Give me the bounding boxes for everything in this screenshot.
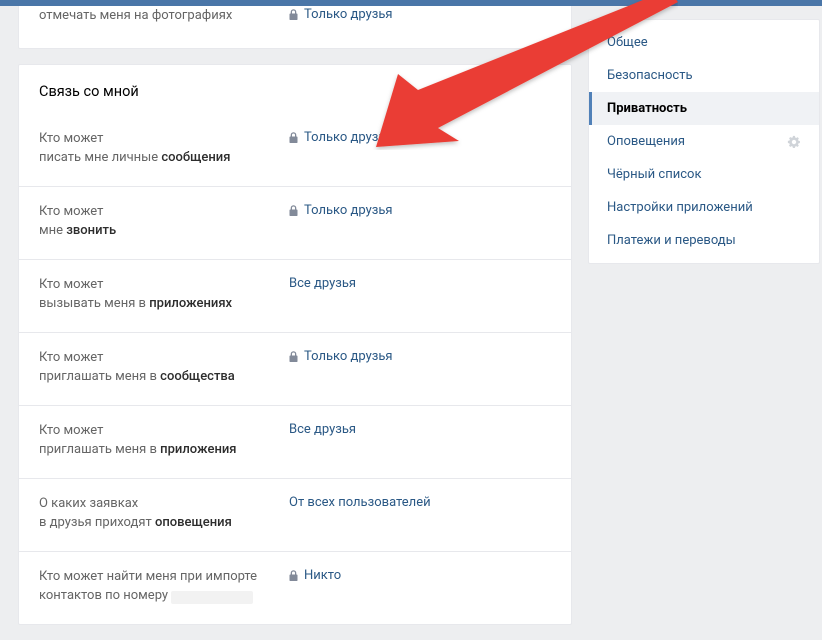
nav-item-label: Общее bbox=[607, 35, 648, 50]
settings-panel-contact: Связь со мной Кто можетписать мне личные… bbox=[18, 64, 572, 625]
setting-value[interactable]: Только друзья bbox=[304, 349, 393, 364]
nav-item-label: Настройки приложений bbox=[607, 200, 753, 215]
lock-icon bbox=[289, 570, 298, 581]
setting-value[interactable]: Только друзья bbox=[304, 203, 393, 218]
setting-label: Кто можетмне звонить bbox=[39, 202, 289, 241]
setting-label-line2: в друзья приходят оповещения bbox=[39, 513, 289, 533]
setting-label-line1: О каких заявках bbox=[39, 494, 289, 514]
setting-label-line1: Кто может найти меня при импорте bbox=[39, 567, 289, 587]
setting-value-cell: Все друзья bbox=[289, 421, 551, 460]
nav-item-label: Безопасность bbox=[607, 68, 693, 83]
setting-value[interactable]: Все друзья bbox=[289, 422, 356, 437]
nav-item-label: Приватность bbox=[607, 101, 687, 116]
redacted-number bbox=[171, 591, 253, 604]
setting-label-line2: мне звонить bbox=[39, 221, 289, 241]
setting-label-line1: Кто может bbox=[39, 348, 289, 368]
lock-icon bbox=[289, 351, 298, 362]
setting-label-line2: контактов по номеру bbox=[39, 586, 289, 606]
setting-value[interactable]: Только друзья bbox=[304, 7, 393, 22]
settings-sidebar-column: Общее Безопасность Приватность Оповещения Чё… bbox=[588, 6, 820, 640]
setting-label-line1: Кто может bbox=[39, 275, 289, 295]
nav-item-label: Оповещения bbox=[607, 134, 685, 149]
setting-value[interactable]: Только друзья bbox=[304, 130, 393, 145]
lock-icon bbox=[289, 132, 298, 143]
setting-value-cell: Никто bbox=[289, 567, 551, 606]
setting-value-cell: Только друзья bbox=[289, 348, 551, 387]
setting-label-line1: Кто может bbox=[39, 202, 289, 222]
setting-value-cell: Все друзья bbox=[289, 275, 551, 314]
section-title: Связь со мной bbox=[19, 65, 571, 114]
setting-label-line2: вызывать меня в приложениях bbox=[39, 294, 289, 314]
setting-label-line1: Кто может bbox=[39, 129, 289, 149]
nav-item-оповещения[interactable]: Оповещения bbox=[589, 125, 819, 158]
setting-value[interactable]: Никто bbox=[304, 568, 341, 583]
setting-row: Кто может найти меня при импортеконтакто… bbox=[19, 551, 571, 624]
setting-value-cell: Только друзья bbox=[289, 202, 551, 241]
setting-value-cell: Только друзья bbox=[289, 6, 551, 26]
nav-item-настройки-приложений[interactable]: Настройки приложений bbox=[589, 191, 819, 224]
setting-row: Кто можетвызывать меня в приложенияхВсе … bbox=[19, 259, 571, 332]
nav-item-приватность[interactable]: Приватность bbox=[589, 92, 819, 125]
setting-row: Кто можетприглашать меня в приложенияВсе… bbox=[19, 405, 571, 478]
setting-label-line2: приглашать меня в сообщества bbox=[39, 367, 289, 387]
nav-item-платежи-и-переводы[interactable]: Платежи и переводы bbox=[589, 224, 819, 257]
nav-item-label: Платежи и переводы bbox=[607, 233, 736, 248]
setting-label: Кто можетприглашать меня в сообщества bbox=[39, 348, 289, 387]
nav-item-общее[interactable]: Общее bbox=[589, 26, 819, 59]
setting-label: Кто может найти меня при импортеконтакто… bbox=[39, 567, 289, 606]
setting-label: отмечать меня на фотографиях bbox=[39, 6, 289, 26]
setting-label: Кто можетприглашать меня в приложения bbox=[39, 421, 289, 460]
nav-item-label: Чёрный список bbox=[607, 167, 701, 182]
setting-label-line2: писать мне личные сообщения bbox=[39, 148, 289, 168]
nav-item-чёрный-список[interactable]: Чёрный список bbox=[589, 158, 819, 191]
settings-nav: Общее Безопасность Приватность Оповещения Чё… bbox=[588, 19, 820, 264]
setting-label-line1: Кто может bbox=[39, 421, 289, 441]
setting-label-line2: отмечать меня на фотографиях bbox=[39, 8, 232, 23]
setting-row: отмечать меня на фотографиях Только друз… bbox=[19, 6, 571, 38]
setting-label: Кто можетвызывать меня в приложениях bbox=[39, 275, 289, 314]
setting-label-line2: приглашать меня в приложения bbox=[39, 440, 289, 460]
setting-label: О каких заявкахв друзья приходят оповеще… bbox=[39, 494, 289, 533]
setting-row: Кто можетприглашать меня в сообщества Тол… bbox=[19, 332, 571, 405]
setting-value-cell: Только друзья bbox=[289, 129, 551, 168]
setting-value-cell: От всех пользователей bbox=[289, 494, 551, 533]
setting-label: Кто можетписать мне личные сообщения bbox=[39, 129, 289, 168]
setting-value[interactable]: От всех пользователей bbox=[289, 495, 431, 510]
nav-item-безопасность[interactable]: Безопасность bbox=[589, 59, 819, 92]
lock-icon bbox=[289, 9, 298, 20]
setting-value[interactable]: Все друзья bbox=[289, 276, 356, 291]
setting-row: Кто можетмне звонить Только друзья bbox=[19, 186, 571, 259]
lock-icon bbox=[289, 205, 298, 216]
setting-row: Кто можетписать мне личные сообщения Толь… bbox=[19, 114, 571, 186]
settings-main-column: отмечать меня на фотографиях Только друз… bbox=[18, 6, 572, 640]
settings-panel-partial: отмечать меня на фотографиях Только друз… bbox=[18, 6, 572, 49]
gear-icon[interactable] bbox=[787, 135, 801, 149]
setting-row: О каких заявкахв друзья приходят оповеще… bbox=[19, 478, 571, 551]
